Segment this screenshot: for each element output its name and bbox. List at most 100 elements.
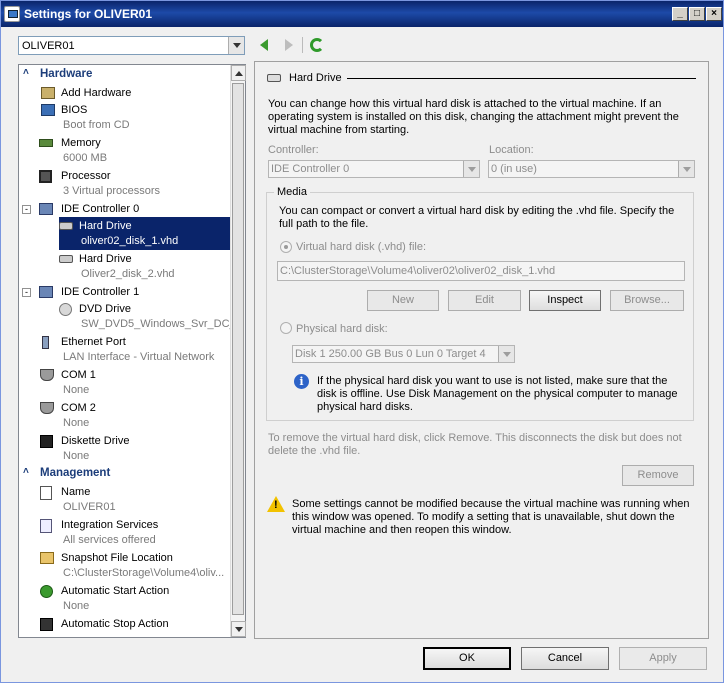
tree-item-label: Processor	[61, 170, 111, 182]
edit-button[interactable]: Edit	[448, 290, 521, 311]
tree-item-add-hardware[interactable]: Add Hardware	[19, 84, 230, 101]
back-arrow-icon[interactable]	[260, 39, 268, 51]
apply-button[interactable]: Apply	[619, 647, 707, 670]
collapse-icon[interactable]: ˄	[23, 466, 29, 477]
tree-item-hard-drive-2[interactable]: Hard Drive Oliver2_disk_2.vhd	[19, 250, 230, 283]
media-legend: Media	[274, 186, 310, 198]
settings-window: Settings for OLIVER01 _ □ × OLIVER01 ˄ H…	[0, 0, 724, 683]
tree-item-label: Automatic Stop Action	[61, 618, 169, 630]
tree-item-sublabel: C:\ClusterStorage\Volume4\oliv...	[63, 567, 225, 579]
tree-item-label: Hard Drive	[79, 253, 132, 265]
controller-select[interactable]: IDE Controller 0	[268, 160, 480, 178]
tree-item-diskette-drive[interactable]: Diskette Drive None	[19, 432, 230, 465]
tree-item-com-2[interactable]: COM 2 None	[19, 399, 230, 432]
settings-tree[interactable]: ˄ Hardware Add Hardware BIOS Boot from C…	[18, 64, 246, 638]
refresh-icon[interactable]	[310, 38, 324, 52]
vhd-radio[interactable]	[280, 241, 292, 253]
section-management[interactable]: ˄ Management	[19, 465, 230, 483]
warning-icon: !	[267, 496, 285, 512]
tree-item-processor[interactable]: Processor 3 Virtual processors	[19, 167, 230, 200]
tree-item-label: COM 2	[61, 402, 96, 414]
serial-port-icon	[40, 369, 54, 381]
floppy-disk-icon	[40, 435, 53, 448]
collapse-icon[interactable]: ˄	[23, 67, 29, 78]
browse-button[interactable]: Browse...	[610, 290, 684, 311]
stop-action-icon	[40, 618, 53, 631]
chevron-down-icon[interactable]	[678, 161, 694, 177]
info-icon: i	[294, 374, 309, 389]
chevron-down-icon[interactable]	[463, 161, 479, 177]
tree-item-label: Snapshot File Location	[61, 552, 173, 564]
chevron-down-icon[interactable]	[498, 346, 514, 362]
add-hardware-icon	[41, 87, 55, 99]
settings-app-icon	[4, 6, 20, 22]
integration-services-icon	[40, 519, 52, 533]
controller-select-value: IDE Controller 0	[271, 163, 350, 175]
tree-item-label: Diskette Drive	[61, 435, 130, 447]
toolbar: OLIVER01	[1, 28, 723, 60]
tree-item-sublabel: Boot from CD	[63, 119, 130, 131]
tree-item-label: Hard Drive	[79, 220, 132, 232]
tree-item-hard-drive-1[interactable]: Hard Drive oliver02_disk_1.vhd	[19, 217, 230, 250]
close-button[interactable]: ×	[706, 7, 722, 21]
maximize-button[interactable]: □	[689, 7, 705, 21]
location-select-value: 0 (in use)	[491, 163, 537, 175]
tree-item-sublabel: None	[63, 600, 90, 612]
tree-item-label: Automatic Start Action	[61, 585, 170, 597]
physical-disk-info-text: If the physical hard disk you want to us…	[317, 375, 678, 413]
panel-title-divider	[347, 78, 696, 79]
vhd-path-field[interactable]: C:\ClusterStorage\Volume4\oliver02\olive…	[277, 261, 685, 281]
vhd-radio-label: Virtual hard disk (.vhd) file:	[296, 241, 427, 253]
chevron-down-icon[interactable]	[228, 37, 244, 54]
scroll-up-icon[interactable]	[231, 65, 246, 81]
memory-icon	[39, 139, 53, 147]
tree-item-bios[interactable]: BIOS Boot from CD	[19, 101, 230, 134]
tree-item-label: BIOS	[61, 104, 88, 116]
tree-item-com-1[interactable]: COM 1 None	[19, 366, 230, 399]
inspect-button[interactable]: Inspect	[529, 290, 601, 311]
tree-scrollbar[interactable]	[230, 65, 246, 637]
collapse-minus-icon[interactable]: -	[22, 288, 31, 297]
tree-item-integration-services[interactable]: Integration Services All services offere…	[19, 516, 230, 549]
tree-item-ide-controller-1[interactable]: - IDE Controller 1	[19, 283, 230, 300]
tree-item-dvd-drive[interactable]: DVD Drive SW_DVD5_Windows_Svr_DC_...	[19, 300, 245, 333]
ok-button[interactable]: OK	[423, 647, 511, 670]
remove-description: To remove the virtual hard disk, click R…	[268, 432, 682, 457]
tree-item-snapshot-file-location[interactable]: Snapshot File Location C:\ClusterStorage…	[19, 549, 230, 582]
hard-drive-icon	[59, 222, 73, 230]
vm-select-value: OLIVER01	[22, 40, 75, 52]
tree-item-sublabel: Oliver2_disk_2.vhd	[81, 268, 175, 280]
hard-drive-settings-panel: Hard Drive You can change how this virtu…	[254, 61, 709, 639]
collapse-minus-icon[interactable]: -	[22, 205, 31, 214]
vhd-path-value: C:\ClusterStorage\Volume4\oliver02\olive…	[280, 265, 556, 277]
tree-item-sublabel: LAN Interface - Virtual Network	[63, 351, 215, 363]
location-select[interactable]: 0 (in use)	[488, 160, 695, 178]
minimize-button[interactable]: _	[672, 7, 688, 21]
tree-item-memory[interactable]: Memory 6000 MB	[19, 134, 230, 167]
remove-button[interactable]: Remove	[622, 465, 694, 486]
scroll-down-icon[interactable]	[231, 621, 246, 637]
physical-disk-select[interactable]: Disk 1 250.00 GB Bus 0 Lun 0 Target 4	[292, 345, 515, 363]
tree-item-name[interactable]: Name OLIVER01	[19, 483, 230, 516]
tree-item-sublabel: None	[63, 450, 90, 462]
tree-item-automatic-stop-action[interactable]: Automatic Stop Action	[19, 615, 230, 637]
section-hardware[interactable]: ˄ Hardware	[19, 66, 230, 84]
scroll-thumb[interactable]	[232, 83, 244, 615]
vm-select[interactable]: OLIVER01	[18, 36, 245, 55]
tree-item-ethernet-port[interactable]: Ethernet Port LAN Interface - Virtual Ne…	[19, 333, 230, 366]
intro-text: You can change how this virtual hard dis…	[268, 98, 679, 136]
tree-item-sublabel: OLIVER01	[63, 501, 116, 513]
physical-disk-radio[interactable]	[280, 322, 292, 334]
tree-item-sublabel: All services offered	[63, 534, 156, 546]
new-button[interactable]: New	[367, 290, 439, 311]
tree-item-label: IDE Controller 1	[61, 286, 140, 298]
tree-item-label: COM 1	[61, 369, 96, 381]
bios-icon	[41, 104, 55, 116]
forward-arrow-icon[interactable]	[285, 39, 293, 51]
media-description: You can compact or convert a virtual har…	[279, 205, 675, 230]
tree-item-ide-controller-0[interactable]: - IDE Controller 0	[19, 200, 230, 217]
tree-item-label: DVD Drive	[79, 303, 131, 315]
cancel-button[interactable]: Cancel	[521, 647, 609, 670]
tree-item-label: Add Hardware	[61, 87, 132, 99]
tree-item-automatic-start-action[interactable]: Automatic Start Action None	[19, 582, 230, 615]
